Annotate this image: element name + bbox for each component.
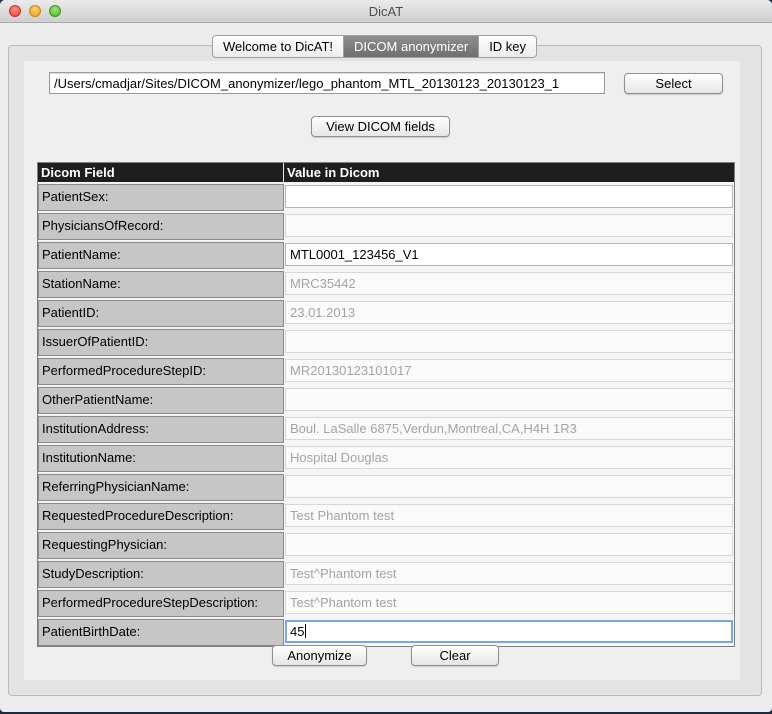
field-name-cell: PatientName:	[38, 242, 284, 269]
field-value-text: Boul. LaSalle 6875,Verdun,Montreal,CA,H4…	[290, 421, 577, 436]
field-value-input[interactable]: Boul. LaSalle 6875,Verdun,Montreal,CA,H4…	[285, 417, 733, 440]
text-caret	[305, 624, 307, 638]
column-header-value: Value in Dicom	[287, 165, 380, 180]
field-value-cell: Test^Phantom test	[284, 589, 734, 617]
field-value-cell	[284, 328, 734, 356]
table-row: OtherPatientName:	[38, 385, 734, 414]
field-name-cell: PerformedProcedureStepID:	[38, 358, 284, 385]
field-value-input[interactable]: MTL0001_123456_V1	[285, 243, 733, 266]
field-name-cell: StationName:	[38, 271, 284, 298]
field-name-cell: OtherPatientName:	[38, 387, 284, 414]
field-name-cell: ReferringPhysicianName:	[38, 474, 284, 501]
table-row: PatientBirthDate: 45	[38, 617, 734, 646]
field-value-cell: Boul. LaSalle 6875,Verdun,Montreal,CA,H4…	[284, 415, 734, 443]
field-value-cell	[284, 531, 734, 559]
field-value-input[interactable]	[285, 388, 733, 411]
field-name-cell: PatientBirthDate:	[38, 619, 284, 646]
window-title: DicAT	[368, 4, 404, 19]
table-row: ReferringPhysicianName:	[38, 472, 734, 501]
field-value-input[interactable]: Test Phantom test	[285, 504, 733, 527]
field-value-input[interactable]	[285, 330, 733, 353]
field-value-text: 45	[290, 624, 305, 639]
table-row: PerformedProcedureStepDescription: Test^P…	[38, 588, 734, 617]
field-value-input[interactable]	[285, 214, 733, 237]
table-row: StationName: MRC35442	[38, 269, 734, 298]
field-value-input[interactable]: 45	[285, 620, 733, 643]
field-value-text: Test Phantom test	[290, 508, 395, 523]
field-value-cell	[284, 386, 734, 414]
field-value-input[interactable]: Hospital Douglas	[285, 446, 733, 469]
field-value-cell: 23.01.2013	[284, 299, 734, 327]
field-value-cell: Hospital Douglas	[284, 444, 734, 472]
table-row: InstitutionName: Hospital Douglas	[38, 443, 734, 472]
field-name-cell: InstitutionName:	[38, 445, 284, 472]
field-value-text: 23.01.2013	[290, 305, 356, 320]
field-name-cell: InstitutionAddress:	[38, 416, 284, 443]
table-row: StudyDescription: Test^Phantom test	[38, 559, 734, 588]
field-name-cell: PhysiciansOfRecord:	[38, 213, 284, 240]
file-path-input[interactable]: /Users/cmadjar/Sites/DICOM_anonymizer/le…	[49, 72, 605, 94]
field-name-cell: PatientSex:	[38, 184, 284, 211]
field-value-input[interactable]: 23.01.2013	[285, 301, 733, 324]
field-value-cell: 45	[284, 618, 734, 646]
field-value-input[interactable]	[285, 475, 733, 498]
field-value-input[interactable]: Test^Phantom test	[285, 591, 733, 614]
field-value-input[interactable]: MRC35442	[285, 272, 733, 295]
anonymize-button[interactable]: Anonymize	[272, 645, 367, 666]
field-name-cell: PatientID:	[38, 300, 284, 327]
dicom-fields-table: Dicom Field Value in Dicom PatientSex: Ph…	[37, 162, 735, 647]
field-value-input[interactable]	[285, 533, 733, 556]
table-row: PhysiciansOfRecord:	[38, 211, 734, 240]
table-row: PerformedProcedureStepID: MR2013012310101…	[38, 356, 734, 385]
table-row: RequestingPhysician:	[38, 530, 734, 559]
table-body: PatientSex: PhysiciansOfRecord: PatientNam…	[38, 182, 734, 646]
field-value-cell: Test^Phantom test	[284, 560, 734, 588]
field-name-cell: StudyDescription:	[38, 561, 284, 588]
field-value-cell: MR20130123101017	[284, 357, 734, 385]
field-name-cell: RequestedProcedureDescription:	[38, 503, 284, 530]
tab-bar: Welcome to DicAT! DICOM anonymizer ID ke…	[212, 35, 538, 58]
table-row: RequestedProcedureDescription: Test Phant…	[38, 501, 734, 530]
field-value-input[interactable]: MR20130123101017	[285, 359, 733, 382]
field-value-cell: Test Phantom test	[284, 502, 734, 530]
field-name-cell: PerformedProcedureStepDescription:	[38, 590, 284, 617]
table-row: PatientID: 23.01.2013	[38, 298, 734, 327]
table-row: PatientSex:	[38, 182, 734, 211]
field-value-text: Hospital Douglas	[290, 450, 389, 465]
table-row: InstitutionAddress: Boul. LaSalle 6875,Ve…	[38, 414, 734, 443]
field-value-text: MRC35442	[290, 276, 356, 291]
column-header-field: Dicom Field	[38, 163, 284, 182]
field-name-cell: RequestingPhysician:	[38, 532, 284, 559]
field-value-text: MR20130123101017	[290, 363, 412, 378]
app-window: DicAT Welcome to DicAT! DICOM anonymizer…	[0, 0, 772, 712]
table-header: Dicom Field Value in Dicom	[38, 163, 734, 182]
tab-id-key[interactable]: ID key	[479, 36, 536, 57]
field-value-cell: MRC35442	[284, 270, 734, 298]
field-value-cell	[284, 183, 734, 211]
field-value-input[interactable]: Test^Phantom test	[285, 562, 733, 585]
table-row: PatientName: MTL0001_123456_V1	[38, 240, 734, 269]
field-name-cell: IssuerOfPatientID:	[38, 329, 284, 356]
clear-button[interactable]: Clear	[411, 645, 499, 666]
field-value-text: Test^Phantom test	[290, 566, 397, 581]
title-bar[interactable]: DicAT	[0, 0, 772, 23]
view-dicom-fields-button[interactable]: View DICOM fields	[311, 116, 450, 137]
field-value-text: Test^Phantom test	[290, 595, 397, 610]
field-value-cell	[284, 212, 734, 240]
field-value-input[interactable]	[285, 185, 733, 208]
tab-dicom-anonymizer[interactable]: DICOM anonymizer	[344, 36, 480, 57]
tab-welcome[interactable]: Welcome to DicAT!	[213, 36, 345, 57]
field-value-text: MTL0001_123456_V1	[290, 247, 419, 262]
field-value-cell	[284, 473, 734, 501]
field-value-cell: MTL0001_123456_V1	[284, 241, 734, 269]
select-button[interactable]: Select	[624, 73, 723, 94]
table-row: IssuerOfPatientID:	[38, 327, 734, 356]
